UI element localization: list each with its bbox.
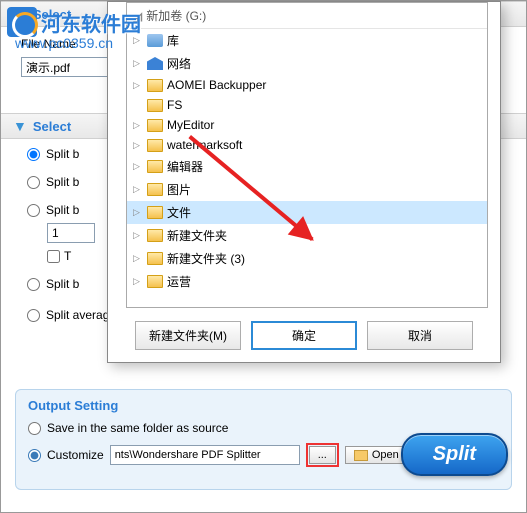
new-folder-button[interactable]: 新建文件夹(M) [135,321,241,350]
folder-icon [147,160,163,173]
open-folder-button[interactable]: Open [345,446,408,464]
tree-item-6[interactable]: ▷编辑器 [127,155,487,178]
folder-icon [147,252,163,265]
watermark-url: www.pc0359.cn [15,35,113,51]
browse-button[interactable]: ... [309,446,336,464]
watermark: 河东软件园 [7,7,141,37]
tree-item-7[interactable]: ▷图片 [127,178,487,201]
tree-item-4[interactable]: ▷MyEditor [127,115,487,135]
folder-icon [147,183,163,196]
tree-item-10[interactable]: ▷新建文件夹 (3) [127,247,487,270]
folder-icon [147,229,163,242]
ok-button[interactable]: 确定 [251,321,357,350]
tree-drive-header[interactable]: ◢新加卷 (G:) [127,3,487,29]
tree-item-1[interactable]: ▷网络 [127,52,487,75]
folder-icon [147,119,163,132]
split-value-input[interactable] [47,223,95,243]
output-title: Output Setting [28,398,499,413]
network-icon [147,57,163,70]
folder-browse-dialog: ◢新加卷 (G:) ▷库▷网络▷AOMEI BackupperFS▷MyEdit… [107,1,501,363]
folder-icon [147,139,163,152]
tree-item-5[interactable]: ▷watermarksoft [127,135,487,155]
tree-item-11[interactable]: ▷运营 [127,270,487,293]
watermark-logo-icon [7,7,37,37]
folder-icon [147,275,163,288]
library-icon [147,34,163,47]
cancel-button[interactable]: 取消 [367,321,473,350]
folder-tree[interactable]: ◢新加卷 (G:) ▷库▷网络▷AOMEI BackupperFS▷MyEdit… [126,2,488,308]
folder-icon [147,206,163,219]
section-method-title: Select [33,119,71,134]
output-path-input[interactable] [110,445,300,465]
tree-item-2[interactable]: ▷AOMEI Backupper [127,75,487,95]
chevron-down-icon: ▼ [13,118,27,134]
folder-icon [147,79,163,92]
browse-highlight: ... [306,443,339,467]
folder-icon [147,99,163,112]
split-button[interactable]: Split [401,433,508,476]
output-customize[interactable]: Customize [28,448,104,462]
folder-icon [354,450,368,461]
tree-item-0[interactable]: ▷库 [127,29,487,52]
tree-item-3[interactable]: FS [127,95,487,115]
